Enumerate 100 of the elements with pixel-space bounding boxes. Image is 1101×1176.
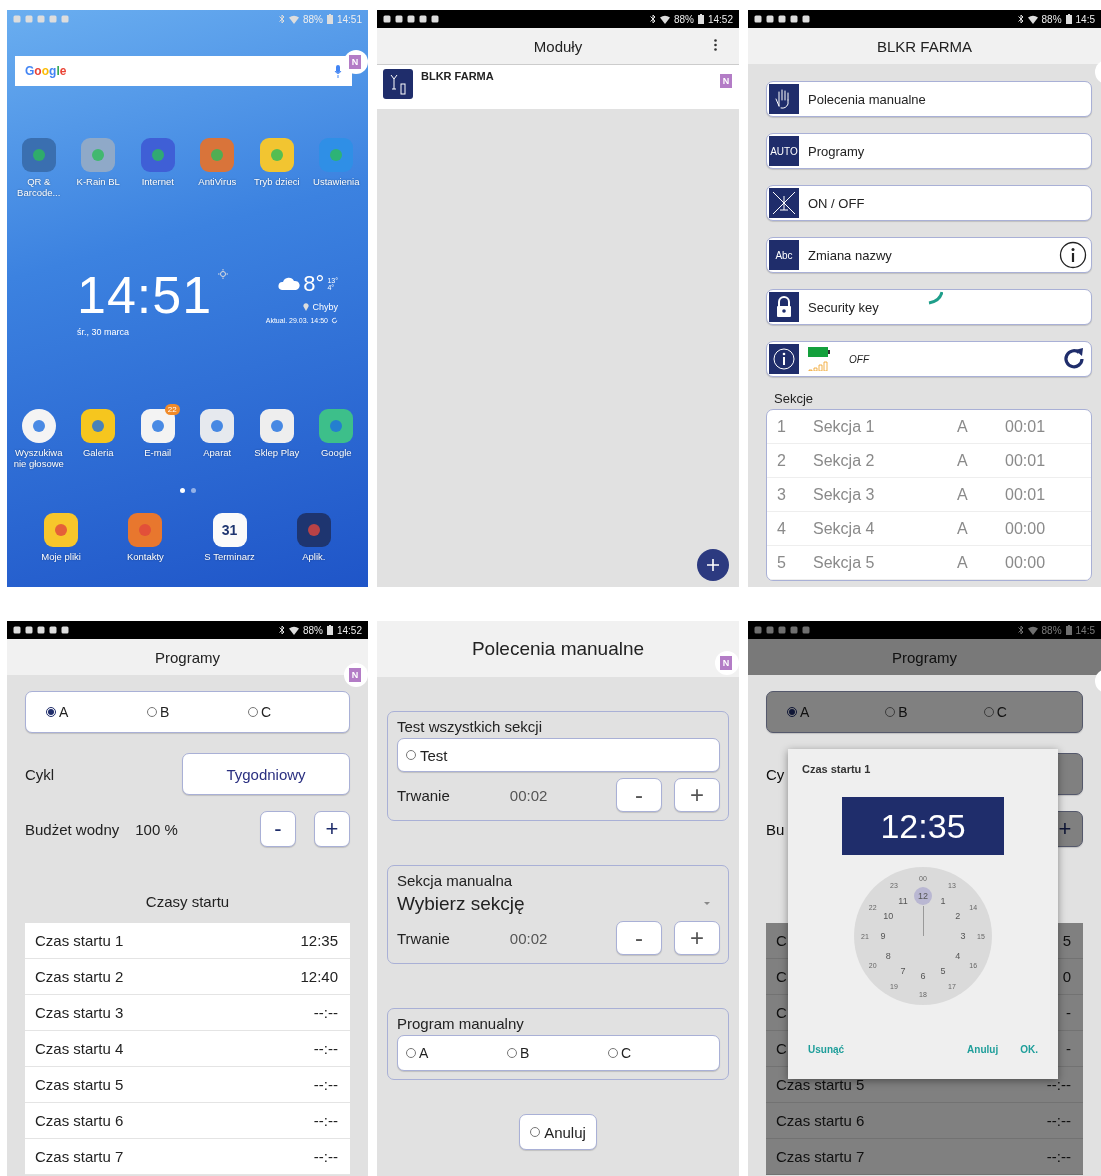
battery-percent: 88% [1041, 624, 1062, 636]
ok-button[interactable]: OK. [1020, 1044, 1038, 1055]
hour-number[interactable]: 3 [954, 927, 972, 945]
start-time-value: --:-- [313, 1148, 338, 1165]
search-bar[interactable]: Google [15, 56, 352, 86]
hour-number[interactable]: 12 [914, 887, 932, 905]
start-time-row[interactable]: Czas startu 2 12:40 [25, 959, 350, 995]
start-time-value: 5 [1062, 932, 1071, 949]
cancel-button[interactable]: Anuluj [519, 1114, 597, 1150]
app-label[interactable]: Aparat [203, 446, 232, 459]
radio-button[interactable]: C [608, 1045, 709, 1061]
app-icon[interactable] [140, 408, 175, 443]
app-icon[interactable] [200, 408, 235, 443]
menu-item[interactable]: Abc Zmiana nazwy [766, 237, 1092, 273]
app-icon[interactable] [44, 512, 79, 547]
app-label[interactable]: Tryb dzieci [253, 176, 300, 188]
radio-button[interactable]: Test [397, 738, 720, 772]
clock-time[interactable]: 14:51 [77, 268, 213, 321]
app-label[interactable]: Moje pliki [41, 550, 81, 562]
start-time-row[interactable]: Czas startu 3 --:-- [25, 995, 350, 1031]
menu-item[interactable]: AUTO Programy [766, 133, 1092, 169]
start-time-row[interactable]: Czas startu 5 --:-- [25, 1067, 350, 1103]
decrease-button[interactable]: - [616, 921, 662, 955]
group-title: Sekcja manualna [397, 872, 514, 889]
menu-item[interactable]: Polecenia manualne [766, 81, 1092, 117]
start-time-row[interactable]: Czas startu 6 --:-- [766, 1103, 1083, 1139]
battery-percent: 88% [302, 13, 323, 25]
table-cell-text: 00:01 [1005, 485, 1047, 504]
budget-value: 100 % [135, 820, 178, 838]
time-display: 12:35 [842, 797, 1004, 855]
increase-button[interactable]: + [674, 778, 720, 812]
app-label[interactable]: QR & Barcode... [17, 176, 61, 199]
info-icon[interactable] [1059, 241, 1087, 269]
cancel-button[interactable]: Anuluj [967, 1044, 999, 1055]
radio-button[interactable]: B [507, 1045, 608, 1061]
app-label[interactable]: K-Rain BL [76, 176, 120, 188]
app-label[interactable]: Kontakty [126, 550, 164, 562]
cloud-icon [278, 277, 301, 291]
start-time-row[interactable]: Czas startu 1 12:35 [25, 923, 350, 959]
app-label[interactable]: Ustawienia [313, 176, 360, 188]
radio-button[interactable]: B [885, 704, 984, 720]
app-label[interactable]: Sklep Play [254, 446, 300, 459]
search-logo: Google [25, 64, 67, 78]
app-label[interactable]: E-mail [144, 446, 172, 459]
app-label[interactable]: Galeria [82, 446, 114, 459]
app-icon[interactable] [259, 138, 294, 172]
app-icon[interactable] [81, 408, 116, 443]
radio-indicator[interactable] [787, 707, 797, 717]
module-item[interactable]: BLKR FARMA N [377, 64, 739, 109]
start-time-row[interactable]: Czas startu 4 --:-- [25, 1031, 350, 1067]
hour-number[interactable]: 9 [874, 927, 892, 945]
overflow-menu-icon[interactable] [714, 39, 717, 51]
radio-button[interactable]: A [787, 704, 886, 720]
app-icon[interactable] [259, 408, 294, 443]
app-label[interactable]: Google [320, 446, 352, 459]
radio-indicator[interactable] [46, 707, 56, 717]
radio-button[interactable]: C [983, 704, 1082, 720]
radio-button[interactable]: A [46, 704, 147, 720]
increase-button[interactable]: + [674, 921, 720, 955]
app-label[interactable]: Aplik. [302, 550, 326, 562]
app-icon[interactable]: 31 [212, 512, 247, 547]
app-icon[interactable] [128, 512, 163, 547]
hour-number[interactable]: 6 [914, 967, 932, 985]
microphone-icon[interactable] [334, 64, 342, 78]
app-icon[interactable] [21, 408, 56, 443]
decrease-button[interactable]: - [616, 778, 662, 812]
radio-button[interactable]: A [406, 1045, 507, 1061]
table-cell-text: Sekcja 3 [813, 485, 876, 504]
app-icon[interactable] [296, 512, 331, 547]
start-time-row[interactable]: Czas startu 7 --:-- [766, 1139, 1083, 1175]
wifi-icon [659, 14, 670, 24]
battery-icon [326, 625, 333, 635]
screen-title: Programy [892, 648, 957, 666]
start-time-value: --:-- [1046, 1148, 1071, 1165]
app-label[interactable]: Internet [141, 176, 174, 188]
section-dropdown[interactable]: Wybierz sekcję [397, 893, 720, 915]
floating-bubble[interactable]: N [344, 663, 368, 687]
start-time-row[interactable]: Czas startu 6 --:-- [25, 1103, 350, 1139]
increase-button[interactable]: + [314, 811, 350, 847]
start-time-label: Czas startu 5 [776, 1076, 865, 1093]
cycle-button[interactable]: Tygodniowy [182, 753, 350, 795]
page-indicator-dot[interactable] [190, 487, 196, 493]
radio-button[interactable]: B [147, 704, 248, 720]
app-icon[interactable] [140, 138, 175, 172]
app-label[interactable]: Wyszukiwa nie głosowe [13, 446, 64, 470]
app-label[interactable]: AntiVirus [198, 176, 237, 188]
app-label[interactable]: S Terminarz [204, 550, 255, 562]
add-button[interactable] [697, 549, 729, 581]
radio-button[interactable]: C [248, 704, 349, 720]
floating-bubble[interactable]: N [344, 50, 368, 74]
start-time-label: C [776, 932, 787, 949]
menu-item[interactable]: Security key [766, 289, 1092, 325]
start-time-label: C [776, 1004, 787, 1021]
decrease-button[interactable]: - [260, 811, 296, 847]
app-icon[interactable] [319, 408, 354, 443]
delete-button[interactable]: Usunąć [808, 1044, 845, 1055]
info-icon[interactable] [769, 344, 799, 374]
menu-item[interactable]: ON / OFF [766, 185, 1092, 221]
start-time-row[interactable]: Czas startu 7 --:-- [25, 1139, 350, 1175]
page-indicator-dot[interactable] [179, 487, 185, 493]
